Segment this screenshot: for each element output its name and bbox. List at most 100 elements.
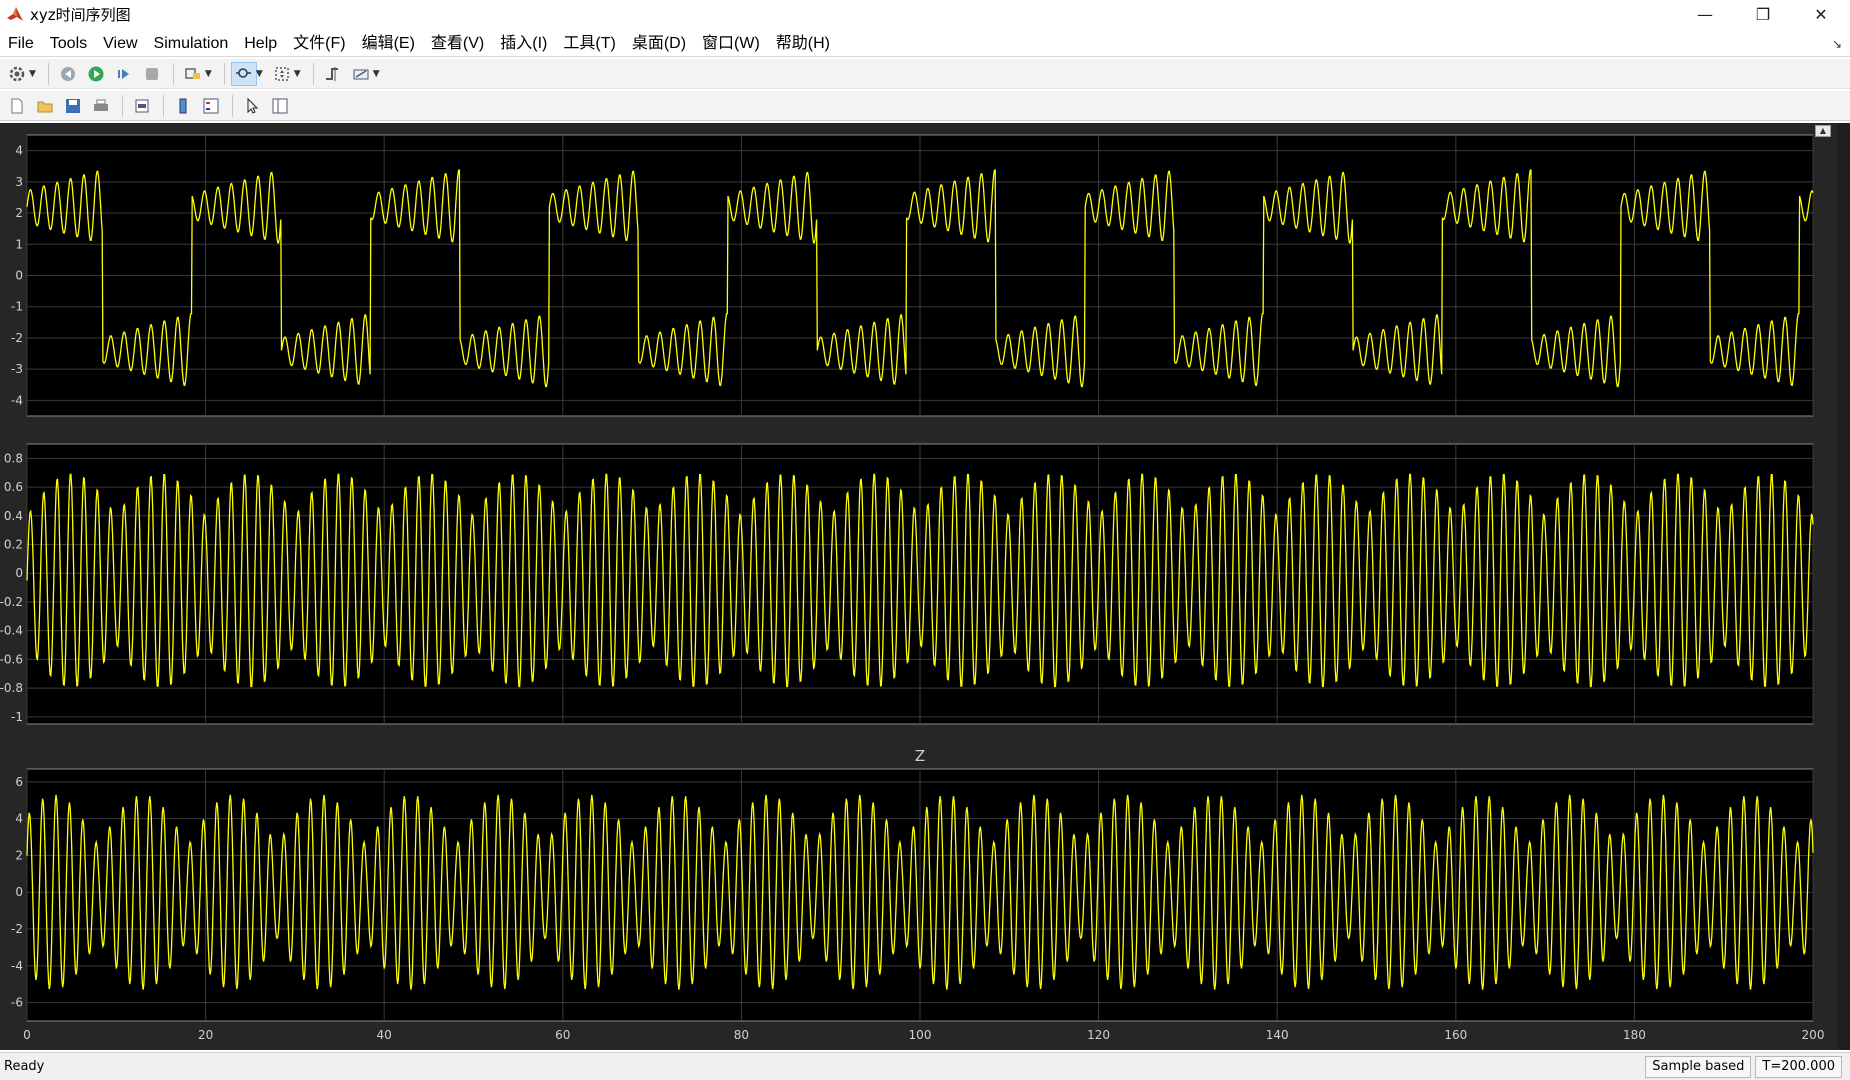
menu-tools[interactable]: Tools xyxy=(42,31,95,57)
zoom-dropdown-icon[interactable]: ▼ xyxy=(256,69,263,79)
y-tick-label: -1 xyxy=(11,300,23,314)
scope-plots: 4 3 2 1 0 -1 -2 -3 -4 0.8 0.6 0.4 0.2 0 -0.2 -0.4 -0.6 -0… xyxy=(0,134,1825,1042)
y-tick-label: -1 xyxy=(11,710,23,724)
y-tick-label: -0.6 xyxy=(0,652,23,666)
y-tick-label: -3 xyxy=(11,362,23,376)
x-tick-label: 120 xyxy=(1087,1028,1110,1042)
menu-tools-cn[interactable]: 工具(T) xyxy=(555,31,623,57)
scope-display: 4 3 2 1 0 -1 -2 -3 -4 0.8 0.6 0.4 0.2 0 -0.2 -0.4 -0.6 -0… xyxy=(0,123,1850,1050)
menu-view[interactable]: View xyxy=(95,31,145,57)
fit-icon[interactable] xyxy=(269,62,295,86)
y-tick-label: 4 xyxy=(15,144,23,158)
y-tick-label: -0.4 xyxy=(0,624,23,638)
y-tick-label: 3 xyxy=(15,175,23,189)
menu-help[interactable]: Help xyxy=(236,31,285,57)
status-ready: Ready xyxy=(4,1059,45,1074)
restore-icon[interactable]: ❐ xyxy=(1734,0,1792,28)
link-icon[interactable] xyxy=(129,94,155,118)
x-tick-label: 0 xyxy=(23,1028,31,1042)
y-tick-label: -4 xyxy=(11,959,23,973)
menu-desktop-cn[interactable]: 桌面(D) xyxy=(624,31,694,57)
y-tick-label: -2 xyxy=(11,331,23,345)
y-tick-label: 2 xyxy=(15,206,23,220)
y-tick-label: -2 xyxy=(11,922,23,936)
y-tick-label: 6 xyxy=(15,775,23,789)
y-tick-label: 0.6 xyxy=(4,480,23,494)
matlab-logo-icon xyxy=(6,5,24,23)
toolbar-separator xyxy=(47,62,49,85)
y-tick-label: 0.2 xyxy=(4,538,23,552)
figure-toolbar xyxy=(0,91,1850,121)
toolbar-separator xyxy=(172,62,174,85)
y-tick-label: -0.8 xyxy=(0,681,23,695)
pointer-icon[interactable] xyxy=(239,94,265,118)
collapse-arrow-icon[interactable]: ↘ xyxy=(1832,37,1842,51)
colorbar-icon[interactable] xyxy=(170,94,196,118)
menu-file[interactable]: File xyxy=(0,31,42,57)
toolbar-separator xyxy=(223,62,225,85)
print-icon[interactable] xyxy=(88,94,114,118)
x-tick-label: 180 xyxy=(1623,1028,1646,1042)
status-bar: Ready Sample based T=200.000 xyxy=(0,1052,1850,1080)
measure-icon[interactable] xyxy=(348,62,374,86)
toolbar-separator xyxy=(312,62,314,85)
open-icon[interactable] xyxy=(32,94,58,118)
stop-icon[interactable] xyxy=(139,62,165,86)
zoom-icon[interactable] xyxy=(230,61,257,86)
step-back-icon[interactable] xyxy=(55,62,81,86)
toolbar-separator xyxy=(122,94,123,117)
menu-simulation[interactable]: Simulation xyxy=(146,31,237,57)
y-tick-label: 0 xyxy=(15,566,23,580)
measure-dropdown-icon[interactable]: ▼ xyxy=(373,69,380,79)
undock-icon[interactable]: ▲ xyxy=(1815,125,1831,137)
menu-view-cn[interactable]: 查看(V) xyxy=(423,31,492,57)
y-tick-label: 2 xyxy=(15,848,23,862)
scope-toolbar: ▼ ▼ ▼ ▼ ▼ xyxy=(0,59,1850,89)
minimize-icon[interactable]: — xyxy=(1676,0,1734,28)
plot-title: Z xyxy=(915,747,925,765)
title-bar: xyz时间序列图 — ❐ ✕ xyxy=(0,0,1850,28)
close-icon[interactable]: ✕ xyxy=(1792,0,1850,28)
legend-icon[interactable] xyxy=(198,94,224,118)
highlight-icon[interactable] xyxy=(180,62,206,86)
x-tick-label: 20 xyxy=(198,1028,213,1042)
menu-bar: File Tools View Simulation Help 文件(F) 编辑… xyxy=(0,31,1850,57)
property-editor-icon[interactable] xyxy=(267,94,293,118)
x-tick-label: 40 xyxy=(377,1028,392,1042)
step-forward-icon[interactable] xyxy=(111,62,137,86)
y-tick-label: 4 xyxy=(15,812,23,826)
x-tick-label: 100 xyxy=(909,1028,932,1042)
run-icon[interactable] xyxy=(83,62,109,86)
x-tick-label: 200 xyxy=(1802,1028,1825,1042)
y-tick-label: 0.4 xyxy=(4,509,23,523)
new-figure-icon[interactable] xyxy=(4,94,30,118)
menu-window-cn[interactable]: 窗口(W) xyxy=(694,31,768,57)
highlight-dropdown-icon[interactable]: ▼ xyxy=(205,69,212,79)
fit-dropdown-icon[interactable]: ▼ xyxy=(294,69,301,79)
toolbar-separator xyxy=(232,94,233,117)
settings-dropdown-icon[interactable]: ▼ xyxy=(29,69,36,79)
window-title: xyz时间序列图 xyxy=(30,5,131,24)
y-tick-label: -4 xyxy=(11,393,23,407)
x-tick-label: 160 xyxy=(1444,1028,1467,1042)
menu-insert-cn[interactable]: 插入(I) xyxy=(492,31,555,57)
menu-help-cn[interactable]: 帮助(H) xyxy=(768,31,838,57)
x-tick-label: 80 xyxy=(734,1028,749,1042)
x-tick-label: 60 xyxy=(555,1028,570,1042)
toolbar-separator xyxy=(163,94,164,117)
y-tick-label: -6 xyxy=(11,996,23,1010)
vertical-scrollbar[interactable] xyxy=(1838,123,1850,1050)
settings-icon[interactable] xyxy=(4,62,30,86)
y-tick-label: -0.2 xyxy=(0,595,23,609)
menu-edit-cn[interactable]: 编辑(E) xyxy=(354,31,423,57)
y-tick-label: 1 xyxy=(15,237,23,251)
x-tick-label: 140 xyxy=(1266,1028,1289,1042)
trigger-icon[interactable] xyxy=(320,62,346,86)
menu-file-cn[interactable]: 文件(F) xyxy=(285,31,353,57)
y-tick-label: 0 xyxy=(15,269,23,283)
status-mode: Sample based xyxy=(1645,1056,1752,1078)
status-time: T=200.000 xyxy=(1755,1056,1842,1078)
save-icon[interactable] xyxy=(60,94,86,118)
y-tick-label: 0.8 xyxy=(4,451,23,465)
y-tick-label: 0 xyxy=(15,885,23,899)
